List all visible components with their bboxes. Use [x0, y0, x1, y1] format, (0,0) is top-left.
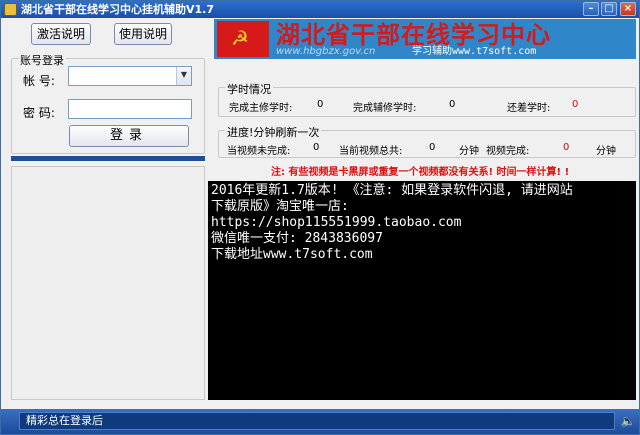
- status-text: 精彩总在登录后: [19, 412, 615, 430]
- login-group: 账号登录 帐 号: ▼ 密 码: 登录: [11, 52, 205, 154]
- banner: ☭ 湖北省干部在线学习中心 www.hbgbzx.gov.cn 学习辅助www.…: [214, 19, 636, 59]
- divider-bar: [11, 156, 205, 161]
- console-output[interactable]: 2016年更新1.7版本! 《注意: 如果登录软件闪退, 请进网站 下载原版》淘…: [208, 181, 636, 400]
- elective-hours-value: 0: [449, 99, 456, 110]
- required-hours-label: 完成主修学时:: [229, 103, 293, 114]
- console-line: 微信唯一支付: 2843836097: [211, 231, 383, 246]
- progress-group-title: 进度!分钟刷新一次: [225, 124, 322, 140]
- video-total-value: 0: [429, 142, 436, 153]
- banner-assist-url: 学习辅助www.t7soft.com: [412, 46, 537, 57]
- video-done-label: 视频完成:: [486, 146, 530, 157]
- video-unfinished-label: 当视频未完成:: [227, 146, 291, 157]
- app-icon: [4, 3, 17, 16]
- app-window: 湖北省干部在线学习中心挂机辅助V1.7 – □ × 激活说明 使用说明 账号登录…: [0, 0, 640, 435]
- remaining-hours-value: 0: [572, 99, 579, 110]
- login-group-title: 账号登录: [18, 52, 66, 68]
- elective-hours-label: 完成辅修学时:: [353, 103, 417, 114]
- progress-group: 进度!分钟刷新一次 当视频未完成: 0 当前视频总共: 0 分钟 视频完成: 0…: [218, 124, 636, 158]
- account-label: 帐 号:: [23, 74, 55, 88]
- browser-panel: [11, 166, 205, 400]
- chevron-down-icon[interactable]: ▼: [176, 67, 191, 85]
- window-title: 湖北省干部在线学习中心挂机辅助V1.7: [21, 3, 214, 16]
- maximize-button[interactable]: □: [601, 2, 617, 16]
- console-line: 下载原版》淘宝唯一店:: [211, 199, 349, 214]
- study-group-title: 学时情况: [225, 81, 273, 97]
- video-total-unit: 分钟: [459, 146, 479, 157]
- video-total-label: 当前视频总共:: [339, 146, 403, 157]
- console-line: 下载地址www.t7soft.com: [211, 247, 373, 262]
- remaining-hours-label: 还差学时:: [507, 103, 551, 114]
- video-done-value: 0: [563, 142, 570, 153]
- usage-help-button[interactable]: 使用说明: [114, 23, 172, 45]
- study-hours-group: 学时情况 完成主修学时: 0 完成辅修学时: 0 还差学时: 0: [218, 81, 636, 117]
- flag-icon: ☭: [217, 21, 269, 57]
- account-input[interactable]: [69, 67, 177, 85]
- account-combobox[interactable]: ▼: [68, 66, 192, 86]
- banner-url: www.hbgbzx.gov.cn: [276, 46, 376, 57]
- password-input[interactable]: [68, 99, 192, 119]
- console-line: 2016年更新1.7版本! 《注意: 如果登录软件闪退, 请进网站: [211, 183, 573, 198]
- console-line: https://shop115551999.taobao.com: [211, 215, 462, 230]
- title-bar[interactable]: 湖北省干部在线学习中心挂机辅助V1.7 – □ ×: [1, 1, 639, 18]
- banner-title: 湖北省干部在线学习中心: [276, 20, 551, 49]
- emblem-icon: ☭: [231, 26, 249, 50]
- login-button[interactable]: 登录: [69, 125, 189, 147]
- video-unfinished-value: 0: [313, 142, 320, 153]
- speaker-icon[interactable]: 🔈: [620, 413, 636, 429]
- activate-help-button[interactable]: 激活说明: [31, 23, 91, 45]
- status-bar: 精彩总在登录后: [1, 409, 639, 434]
- close-button[interactable]: ×: [620, 2, 636, 16]
- minimize-button[interactable]: –: [583, 2, 599, 16]
- video-done-unit: 分钟: [596, 146, 616, 157]
- required-hours-value: 0: [317, 99, 324, 110]
- notice-text: 注: 有些视频是卡黑屏或重复一个视频都没有关系! 时间一样计算! !: [271, 167, 570, 178]
- password-label: 密 码:: [23, 106, 55, 120]
